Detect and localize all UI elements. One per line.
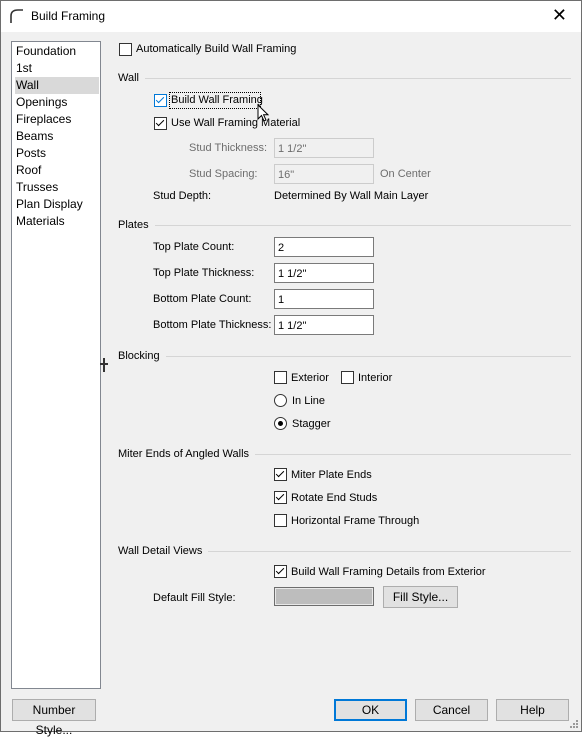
bottom-plate-count-label: Bottom Plate Count:	[153, 293, 252, 305]
stud-spacing-label: Stud Spacing:	[189, 168, 258, 180]
top-plate-thickness-label: Top Plate Thickness:	[153, 267, 255, 279]
close-icon[interactable]: ✕	[552, 6, 567, 24]
rotate-end-studs-checkbox[interactable]	[274, 491, 287, 504]
bottom-plate-count-field[interactable]: 1	[274, 289, 374, 309]
bottom-plate-thickness-field[interactable]: 1 1/2"	[274, 315, 374, 335]
default-fill-style-label: Default Fill Style:	[153, 592, 236, 604]
number-style-button[interactable]: Number Style...	[12, 699, 96, 737]
in-line-radio[interactable]	[274, 394, 287, 407]
auto-build-checkbox[interactable]	[119, 43, 132, 56]
interior-label: Interior	[358, 372, 393, 384]
blocking-section-title: Blocking	[118, 350, 166, 362]
miter-plate-ends-label: Miter Plate Ends	[291, 469, 372, 481]
top-plate-count-field[interactable]: 2	[274, 237, 374, 257]
stagger-radio[interactable]	[274, 417, 287, 430]
wall-separator	[118, 78, 571, 79]
splitter-grip-icon[interactable]	[100, 358, 108, 372]
sidebar-item-1st[interactable]: 1st	[15, 60, 99, 77]
auto-build-label: Automatically Build Wall Framing	[136, 43, 297, 55]
sidebar-item-posts[interactable]: Posts	[15, 145, 99, 162]
ok-button[interactable]: OK	[334, 699, 407, 721]
sidebar-item-wall[interactable]: Wall	[15, 77, 99, 94]
bottom-plate-thickness-label: Bottom Plate Thickness:	[153, 319, 272, 331]
fill-style-swatch[interactable]	[274, 587, 374, 606]
stud-depth-label: Stud Depth:	[153, 190, 212, 202]
horizontal-frame-checkbox[interactable]	[274, 514, 287, 527]
sidebar-item-materials[interactable]: Materials	[15, 213, 99, 230]
miter-section-title: Miter Ends of Angled Walls	[118, 448, 256, 460]
blocking-separator	[118, 356, 571, 357]
help-button[interactable]: Help	[496, 699, 569, 721]
title-bar: Build Framing ✕	[1, 1, 581, 32]
app-arch-icon	[10, 9, 23, 23]
top-plate-thickness-field[interactable]: 1 1/2"	[274, 263, 374, 283]
on-center-label: On Center	[380, 168, 431, 180]
use-framing-material-checkbox[interactable]	[154, 117, 167, 130]
category-list[interactable]: Foundation 1st Wall Openings Fireplaces …	[11, 41, 101, 689]
build-framing-dialog: Build Framing ✕ Foundation 1st Wall Open…	[0, 0, 582, 737]
horizontal-frame-label: Horizontal Frame Through	[291, 515, 420, 527]
sidebar-item-openings[interactable]: Openings	[15, 94, 99, 111]
sidebar-item-fireplaces[interactable]: Fireplaces	[15, 111, 99, 128]
top-plate-count-label: Top Plate Count:	[153, 241, 235, 253]
stagger-label: Stagger	[292, 418, 331, 430]
plates-section-title: Plates	[118, 219, 155, 231]
stud-spacing-field[interactable]: 16"	[274, 164, 374, 184]
stud-depth-value: Determined By Wall Main Layer	[274, 190, 429, 202]
exterior-checkbox[interactable]	[274, 371, 287, 384]
miter-plate-ends-checkbox[interactable]	[274, 468, 287, 481]
build-wall-framing-checkbox[interactable]	[154, 94, 167, 107]
rotate-end-studs-label: Rotate End Studs	[291, 492, 378, 504]
plates-separator	[118, 225, 571, 226]
stud-thickness-field[interactable]: 1 1/2"	[274, 138, 374, 158]
sidebar-item-plan-display[interactable]: Plan Display	[15, 196, 99, 213]
detail-section-title: Wall Detail Views	[118, 545, 209, 557]
stud-thickness-label: Stud Thickness:	[189, 142, 268, 154]
cancel-button[interactable]: Cancel	[415, 699, 488, 721]
sidebar-item-foundation[interactable]: Foundation	[15, 43, 99, 60]
sidebar-item-trusses[interactable]: Trusses	[15, 179, 99, 196]
focus-indicator	[169, 92, 261, 109]
wall-section-title: Wall	[118, 72, 145, 84]
window-title: Build Framing	[31, 9, 106, 23]
sidebar-item-roof[interactable]: Roof	[15, 162, 99, 179]
sidebar-item-beams[interactable]: Beams	[15, 128, 99, 145]
interior-checkbox[interactable]	[341, 371, 354, 384]
fill-style-button[interactable]: Fill Style...	[383, 586, 458, 608]
build-details-exterior-checkbox[interactable]	[274, 565, 287, 578]
in-line-label: In Line	[292, 395, 326, 407]
resize-grip-icon[interactable]	[568, 718, 579, 729]
use-framing-material-label: Use Wall Framing Material	[171, 117, 301, 129]
exterior-label: Exterior	[291, 372, 329, 384]
build-details-exterior-label: Build Wall Framing Details from Exterior	[291, 566, 486, 578]
